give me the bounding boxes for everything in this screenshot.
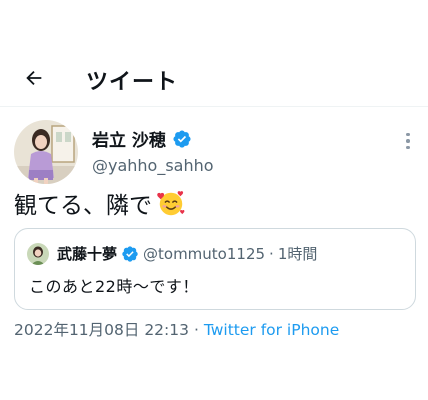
- more-options-button[interactable]: [398, 128, 418, 154]
- author-display-name: 岩立 沙穂: [92, 131, 166, 151]
- quoted-text: このあと22時〜です！: [29, 277, 199, 296]
- meta-separator: ·: [269, 244, 274, 263]
- arrow-left-icon: [26, 70, 42, 86]
- tweet-source-link[interactable]: Twitter for iPhone: [204, 321, 339, 339]
- verified-badge-icon: [121, 245, 139, 263]
- tweet-header: ツイート: [0, 50, 428, 106]
- avatar[interactable]: [14, 120, 78, 184]
- footer-separator: ·: [193, 321, 199, 339]
- page-title: ツイート: [86, 70, 179, 95]
- quoted-avatar: [27, 243, 49, 265]
- quoted-meta: 武藤十夢 @tommuto1125 · 1時間: [57, 243, 317, 264]
- quoted-tweet[interactable]: 武藤十夢 @tommuto1125 · 1時間 このあと22時〜です！: [14, 228, 416, 310]
- header-divider: [0, 106, 428, 107]
- smiling-face-with-hearts-icon: [156, 188, 186, 218]
- author-name-row[interactable]: 岩立 沙穂: [92, 126, 192, 151]
- quoted-handle: @tommuto1125: [143, 244, 266, 263]
- tweet-text: 観てる、隣で: [14, 186, 186, 220]
- back-button[interactable]: [18, 62, 50, 94]
- quoted-time: 1時間: [277, 245, 318, 263]
- more-vertical-icon: [406, 132, 410, 137]
- tweet-footer: 2022年11月08日 22:13 · Twitter for iPhone: [14, 318, 339, 340]
- author-handle[interactable]: @yahho_sahho: [92, 156, 214, 175]
- verified-badge-icon: [172, 129, 192, 149]
- tweet-timestamp[interactable]: 2022年11月08日 22:13: [14, 321, 189, 339]
- quoted-display-name: 武藤十夢: [57, 245, 118, 263]
- tweet-body: 観てる、隣で: [14, 193, 152, 219]
